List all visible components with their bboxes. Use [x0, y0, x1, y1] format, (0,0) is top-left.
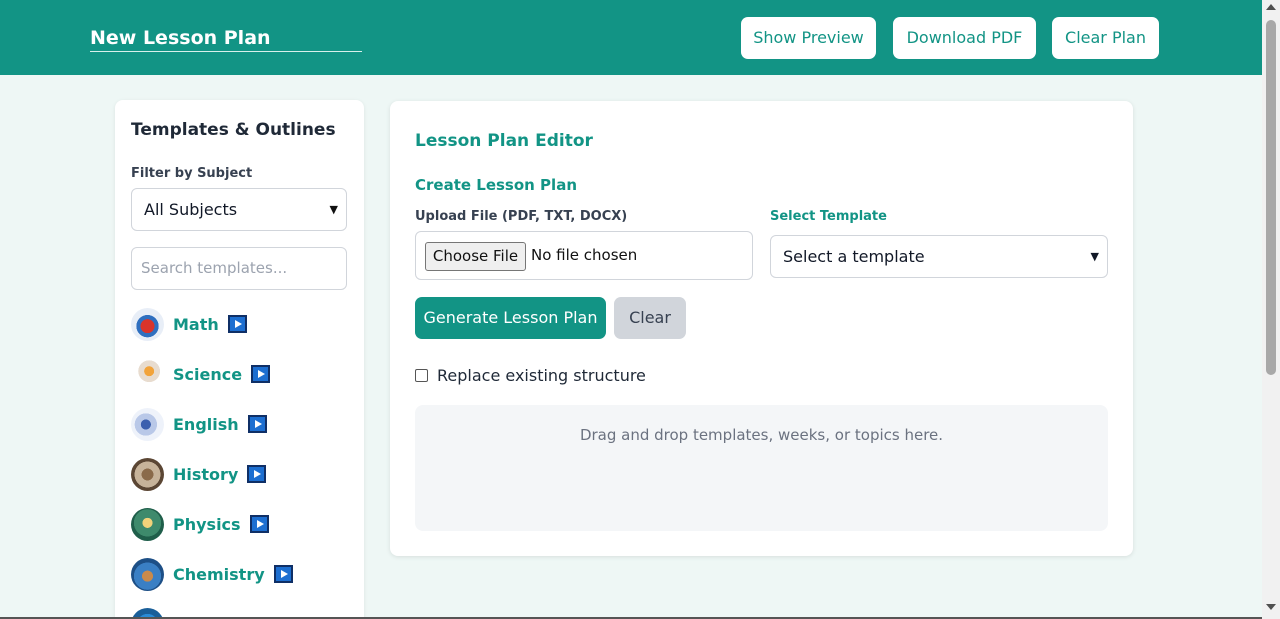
subject-item-english[interactable]: English — [131, 407, 267, 441]
replace-structure-label: Replace existing structure — [437, 366, 646, 385]
subject-label: Math — [173, 314, 219, 334]
generate-lesson-plan-button[interactable]: Generate Lesson Plan — [415, 297, 606, 339]
drop-zone-text: Drag and drop templates, weeks, or topic… — [579, 426, 944, 444]
subject-item-physics[interactable]: Physics — [131, 507, 269, 541]
choose-file-button[interactable]: Choose File — [425, 242, 526, 271]
file-upload-field[interactable]: Choose File No file chosen — [415, 231, 753, 280]
play-icon[interactable] — [247, 465, 267, 483]
scroll-thumb[interactable] — [1266, 20, 1276, 375]
scroll-up-arrow-icon[interactable] — [1266, 4, 1276, 10]
lesson-plan-editor: Lesson Plan Editor Create Lesson Plan Up… — [390, 101, 1133, 556]
select-template-label: Select Template — [770, 209, 887, 224]
sidebar-title: Templates & Outlines — [131, 120, 336, 140]
create-lesson-title: Create Lesson Plan — [415, 176, 577, 194]
subject-filter-select[interactable]: All Subjects ▼ — [131, 188, 347, 231]
physics-avatar — [131, 507, 164, 541]
history-avatar — [131, 457, 164, 491]
science-avatar — [131, 357, 164, 391]
templates-sidebar: Templates & Outlines Filter by Subject A… — [115, 100, 364, 619]
upload-file-label: Upload File (PDF, TXT, DOCX) — [415, 209, 628, 224]
subject-item-history[interactable]: History — [131, 457, 267, 491]
play-icon[interactable] — [273, 565, 293, 583]
file-status: No file chosen — [531, 246, 638, 264]
english-avatar — [131, 407, 164, 441]
clear-plan-button[interactable]: Clear Plan — [1052, 17, 1159, 59]
app-header: New Lesson Plan Show Preview Download PD… — [0, 0, 1262, 75]
chevron-down-icon: ▼ — [329, 203, 338, 216]
search-templates-input[interactable]: Search templates... — [131, 247, 347, 290]
subject-item-math[interactable]: Math — [131, 307, 247, 341]
show-preview-button[interactable]: Show Preview — [741, 17, 876, 59]
play-icon[interactable] — [249, 515, 269, 533]
subject-label: Physics — [173, 514, 241, 534]
editor-title: Lesson Plan Editor — [415, 131, 593, 151]
lesson-title-input[interactable]: New Lesson Plan — [90, 24, 362, 52]
drop-zone[interactable]: Drag and drop templates, weeks, or topic… — [415, 405, 1108, 531]
subject-filter-value: All Subjects — [144, 200, 238, 219]
subject-label: English — [173, 414, 239, 434]
page-scrollbar[interactable] — [1262, 0, 1280, 619]
subject-item-science[interactable]: Science — [131, 357, 271, 391]
subject-item-chemistry[interactable]: Chemistry — [131, 557, 293, 591]
template-select-value: Select a template — [783, 247, 925, 266]
subject-label: Chemistry — [173, 564, 265, 584]
replace-structure-row[interactable]: Replace existing structure — [415, 366, 646, 385]
chevron-down-icon: ▼ — [1090, 250, 1099, 263]
play-icon[interactable] — [251, 365, 271, 383]
clear-button[interactable]: Clear — [614, 297, 686, 339]
subject-label: Science — [173, 364, 243, 384]
filter-label: Filter by Subject — [131, 166, 253, 181]
math-avatar — [131, 307, 164, 341]
chemistry-avatar — [131, 557, 164, 591]
replace-structure-checkbox[interactable] — [415, 369, 428, 382]
template-select[interactable]: Select a template ▼ — [770, 235, 1108, 278]
download-pdf-button[interactable]: Download PDF — [893, 17, 1036, 59]
subject-label: History — [173, 464, 239, 484]
play-icon[interactable] — [247, 415, 267, 433]
play-icon[interactable] — [227, 315, 247, 333]
scroll-down-arrow-icon[interactable] — [1266, 604, 1276, 610]
